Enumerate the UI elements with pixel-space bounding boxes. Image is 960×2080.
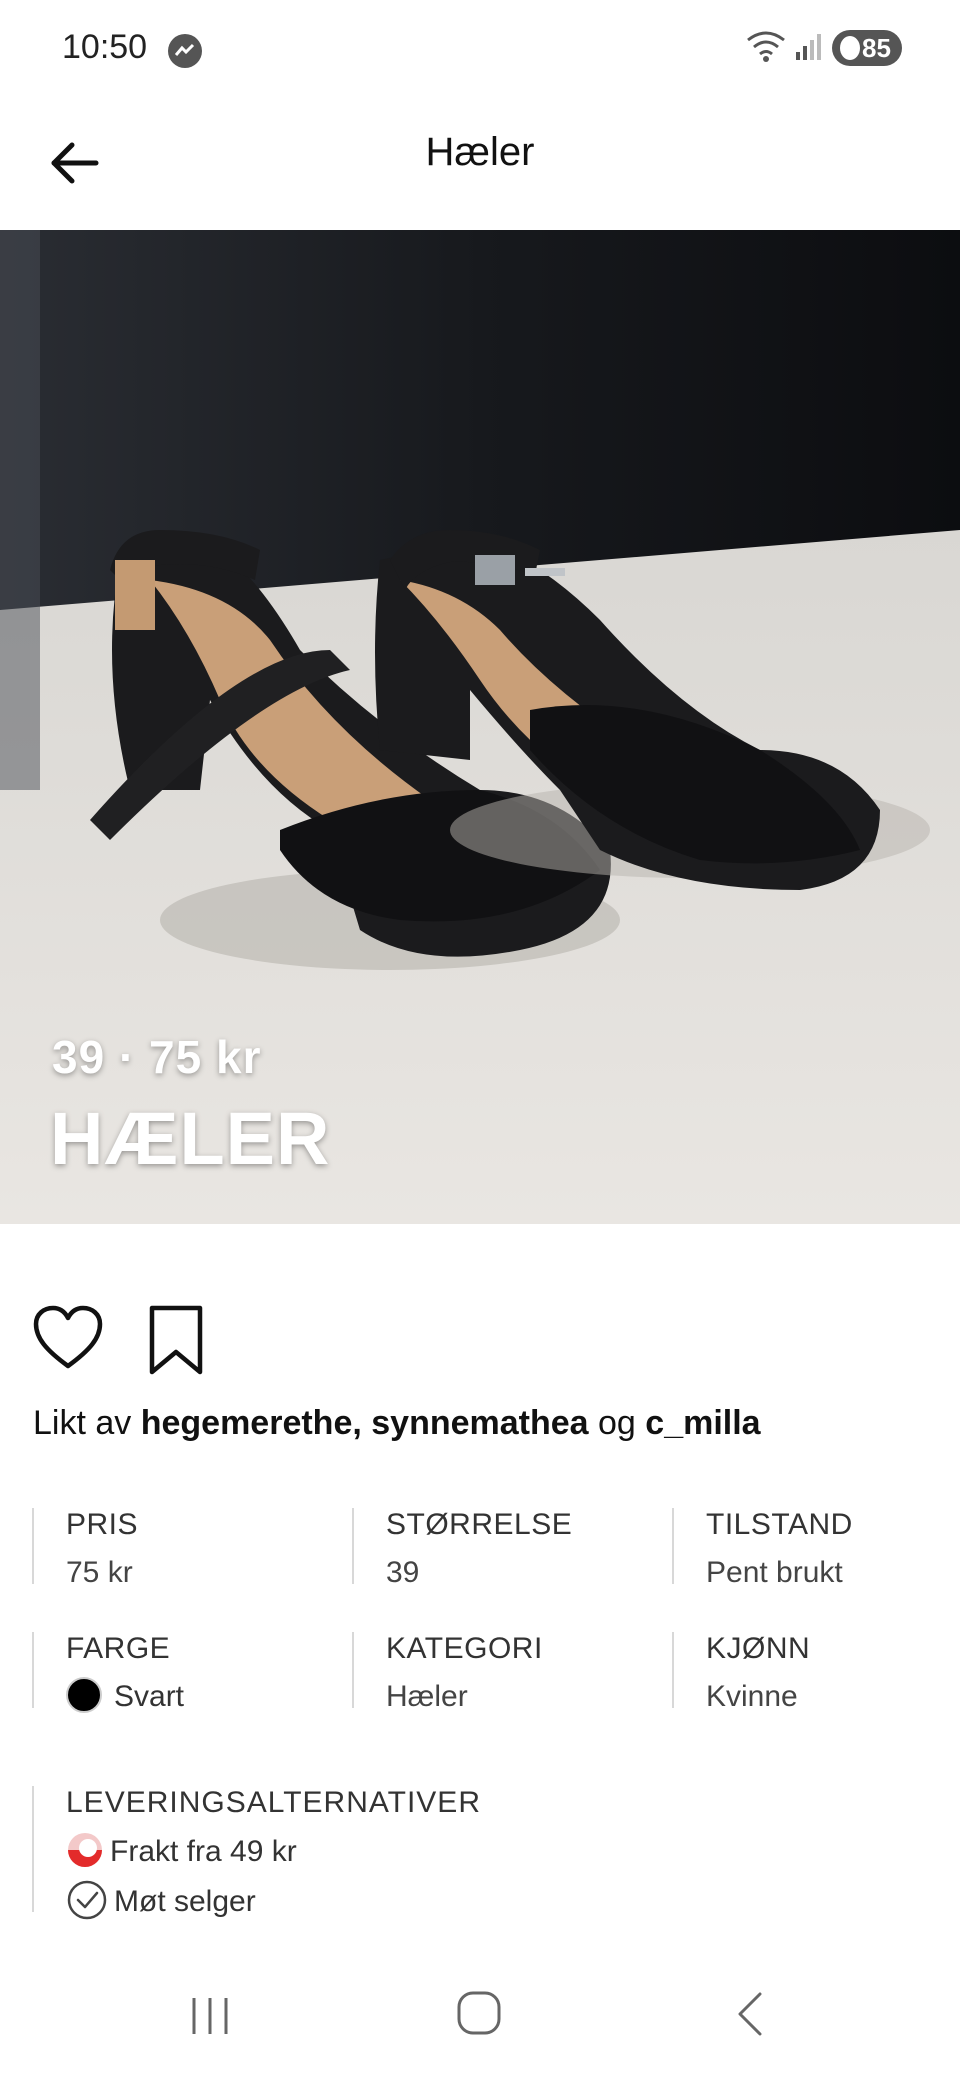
liked-by-joiner: og bbox=[598, 1404, 636, 1442]
detail-label: KATEGORI bbox=[386, 1632, 543, 1665]
overlay-title: HÆLER bbox=[50, 1097, 331, 1180]
detail-value: 75 kr bbox=[66, 1556, 133, 1589]
detail-value: Pent brukt bbox=[706, 1556, 843, 1589]
color-swatch bbox=[66, 1677, 102, 1714]
back-icon[interactable] bbox=[734, 1990, 764, 2038]
battery-indicator: 85 bbox=[832, 30, 902, 66]
delivery-option-shipping: Frakt fra 49 kr bbox=[66, 1833, 297, 1872]
recent-apps-icon[interactable] bbox=[190, 1994, 234, 2038]
delivery-option-text: Møt selger bbox=[114, 1884, 256, 1918]
wifi-icon bbox=[747, 31, 785, 62]
liked-by-users[interactable]: hegemerethe, synnemathea bbox=[141, 1404, 589, 1442]
delivery-options: LEVERINGSALTERNATIVER Frakt fra 49 kr Mø… bbox=[32, 1786, 932, 1920]
delivery-label: LEVERINGSALTERNATIVER bbox=[66, 1786, 481, 1819]
delivery-option-text: Frakt fra 49 kr bbox=[110, 1834, 297, 1868]
status-time: 10:50 bbox=[62, 28, 148, 66]
home-icon[interactable] bbox=[456, 1990, 502, 2036]
signal-icon bbox=[796, 34, 821, 60]
status-bar: 10:50 85 bbox=[0, 0, 960, 96]
shipping-icon bbox=[68, 1833, 102, 1867]
app-header: Hæler bbox=[0, 96, 960, 230]
detail-value-wrap: Svart bbox=[66, 1677, 185, 1716]
battery-icon bbox=[840, 36, 860, 60]
product-photo[interactable]: 39 · 75 kr HÆLER bbox=[0, 230, 960, 1224]
battery-level: 85 bbox=[862, 33, 891, 63]
liked-by-last-user[interactable]: c_milla bbox=[645, 1404, 760, 1442]
detail-value: Svart bbox=[114, 1680, 185, 1713]
page-title: Hæler bbox=[425, 130, 535, 174]
detail-label: FARGE bbox=[66, 1632, 171, 1665]
liked-by-text: Likt av hegemerethe, synnemathea og c_mi… bbox=[33, 1404, 761, 1443]
delivery-option-meet: Møt selger bbox=[66, 1880, 256, 1924]
heart-icon[interactable] bbox=[32, 1304, 104, 1370]
system-nav-bar bbox=[0, 1960, 960, 2080]
detail-value: 39 bbox=[386, 1556, 420, 1589]
check-circle-icon bbox=[67, 1880, 107, 1920]
arrow-left-icon[interactable] bbox=[44, 132, 106, 194]
detail-label: TILSTAND bbox=[706, 1508, 853, 1541]
detail-label: KJØNN bbox=[706, 1632, 811, 1665]
detail-value: Hæler bbox=[386, 1680, 468, 1713]
liked-by-prefix: Likt av bbox=[33, 1404, 132, 1442]
overlay-price: 39 · 75 kr bbox=[52, 1031, 262, 1083]
messenger-icon bbox=[168, 34, 202, 68]
detail-label: STØRRELSE bbox=[386, 1508, 573, 1541]
detail-value: Kvinne bbox=[706, 1680, 798, 1713]
detail-label: PRIS bbox=[66, 1508, 139, 1541]
action-bar bbox=[0, 1224, 960, 1375]
bookmark-icon[interactable] bbox=[146, 1304, 206, 1376]
